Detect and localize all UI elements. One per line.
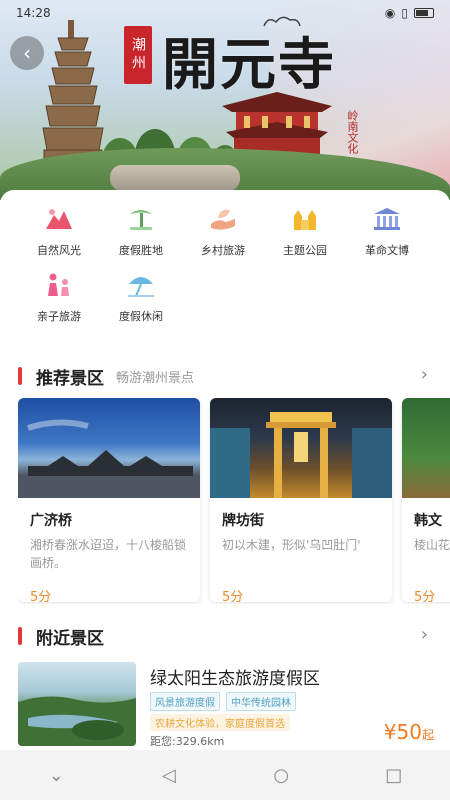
recommended-carousel[interactable]: 广济桥 湘桥春涨水迢迢，十八梭船锁画桥。 5分 牌坊街 初以木建，形似'乌凹肚门…: [18, 398, 450, 604]
spot-image-bridge: [18, 398, 200, 498]
category-label: 乡村旅游: [201, 244, 245, 257]
category-item-family[interactable]: 亲子旅游: [20, 270, 98, 324]
category-label: 度假休闲: [119, 310, 163, 323]
section-accent-bar: [18, 367, 22, 385]
spot-card[interactable]: 韩文 棱山花丛 5分: [402, 398, 450, 602]
vibrate-icon: ▯: [401, 6, 408, 20]
spot-name: 韩文: [414, 513, 442, 529]
category-item-leisure[interactable]: 度假休闲: [102, 270, 180, 324]
family-icon: [42, 270, 76, 300]
category-item-nature[interactable]: 自然风光: [20, 204, 98, 258]
spot-image-archway-street: [210, 398, 392, 498]
price-value: ¥50: [383, 720, 422, 744]
spot-name: 牌坊街: [222, 513, 264, 529]
system-nav-bar: ⌄ ◁ ○ □: [0, 750, 450, 800]
recents-square-icon[interactable]: □: [374, 760, 414, 790]
nearby-name: 绿太阳生态旅游度假区: [150, 669, 320, 689]
category-label: 亲子旅游: [37, 310, 81, 323]
spot-score: 5分: [30, 590, 52, 602]
section-title: 附近景区: [36, 628, 104, 649]
category-label: 革命文博: [365, 244, 409, 257]
hero-subtitle: 岭南文化: [346, 110, 359, 154]
category-label: 主题公园: [283, 244, 327, 257]
hero-title: 開元寺: [162, 32, 336, 98]
nearby-header: 附近景区 ›: [18, 624, 432, 649]
hero-banner: 14:28 ◉ ▯ ‹ 潮州 開元寺 岭南文化: [0, 0, 450, 200]
spot-description: 棱山花丛: [414, 538, 450, 552]
spot-description: 湘桥春涨水迢迢，十八梭船锁画桥。: [30, 538, 187, 570]
content-panel: 自然风光 度假胜地 乡村旅游 主题公园 革命文博 亲子旅游 度假休闲 推荐景区 …: [0, 190, 450, 750]
section-accent-bar: [18, 627, 22, 645]
spot-name: 广济桥: [30, 513, 72, 529]
mountain-icon: [42, 204, 76, 234]
nearby-price: ¥50起: [384, 720, 434, 744]
spot-description: 初以木建，形似'乌凹肚门': [222, 538, 361, 552]
umbrella-icon: [124, 270, 158, 300]
nearby-tags: 风景旅游度假 中华传统园林: [150, 692, 296, 711]
tag: 中华传统园林: [226, 692, 296, 711]
castle-icon: [288, 204, 322, 234]
category-item-rural[interactable]: 乡村旅游: [184, 204, 262, 258]
section-subtitle: 畅游潮州景点: [116, 370, 195, 386]
spot-card[interactable]: 广济桥 湘桥春涨水迢迢，十八梭船锁画桥。 5分: [18, 398, 200, 602]
eye-icon: ◉: [384, 6, 396, 20]
battery-icon: [414, 8, 434, 18]
chevron-left-icon: ‹: [23, 41, 31, 65]
app-screen: 14:28 ◉ ▯ ‹ 潮州 開元寺 岭南文化 自然风光 度假胜地 乡村旅游 主…: [0, 0, 450, 800]
price-unit: 起: [421, 728, 434, 742]
back-triangle-icon[interactable]: ◁: [149, 760, 189, 790]
category-item-theme-park[interactable]: 主题公园: [266, 204, 344, 258]
home-circle-icon[interactable]: ○: [261, 760, 301, 790]
chevron-right-icon[interactable]: ›: [421, 364, 428, 385]
spot-score: 5分: [222, 590, 244, 602]
spot-card[interactable]: 牌坊街 初以木建，形似'乌凹肚门' 5分: [210, 398, 392, 602]
nearby-promo: 农耕文化体验，家庭度假首选: [150, 714, 290, 731]
nearby-item[interactable]: 绿太阳生态旅游度假区 风景旅游度假 中华传统园林 农耕文化体验，家庭度假首选 距…: [18, 662, 438, 748]
back-button[interactable]: ‹: [10, 36, 44, 70]
tag: 风景旅游度假: [150, 692, 220, 711]
status-bar: 14:28 ◉ ▯: [0, 0, 450, 26]
spot-score: 5分: [414, 590, 436, 602]
hand-leaf-icon: [206, 204, 240, 234]
nearby-thumbnail: [18, 662, 136, 746]
section-title: 推荐景区: [36, 368, 104, 389]
palm-tree-icon: [124, 204, 158, 234]
museum-icon: [370, 204, 404, 234]
chevron-down-icon[interactable]: ⌄: [36, 760, 76, 790]
hero-seal: 潮州: [124, 26, 152, 84]
status-time: 14:28: [16, 6, 51, 20]
spot-image-temple-garden: [402, 398, 450, 498]
category-item-museum[interactable]: 革命文博: [348, 204, 426, 258]
category-label: 自然风光: [37, 244, 81, 257]
stone-illustration: [110, 165, 240, 191]
recommended-header: 推荐景区 畅游潮州景点 ›: [18, 364, 432, 389]
status-icons: ◉ ▯: [385, 6, 434, 20]
category-item-resort[interactable]: 度假胜地: [102, 204, 180, 258]
category-label: 度假胜地: [119, 244, 163, 257]
nearby-distance: 距您:329.6km: [150, 735, 225, 748]
chevron-right-icon[interactable]: ›: [421, 624, 428, 645]
